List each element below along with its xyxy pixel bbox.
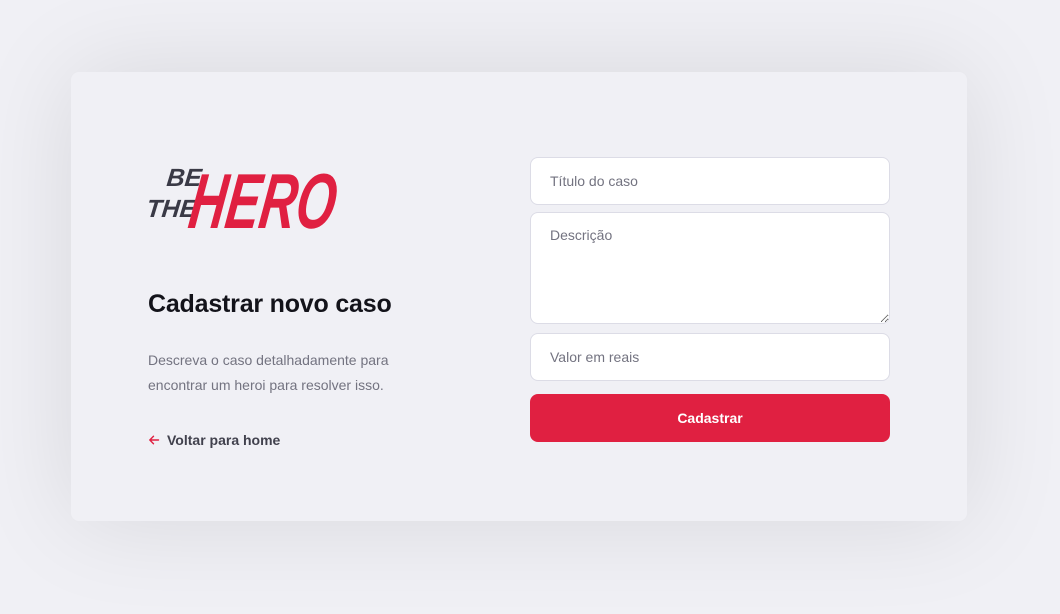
case-title-input[interactable] <box>530 157 890 205</box>
back-link-label: Voltar para home <box>167 432 281 448</box>
case-description-textarea[interactable] <box>530 212 890 324</box>
logo-hero: HERO <box>184 157 342 238</box>
page-title: Cadastrar novo caso <box>148 290 392 318</box>
register-card: BE THE HERO Cadastrar novo caso Descreva… <box>71 72 967 521</box>
page-description: Descreva o caso detalhadamente para enco… <box>148 352 389 393</box>
intro-section: BE THE HERO Cadastrar novo caso Descreva… <box>148 148 468 448</box>
case-value-input[interactable] <box>530 333 890 381</box>
register-button[interactable]: Cadastrar <box>530 394 890 442</box>
back-to-home-link[interactable]: Voltar para home <box>148 432 468 448</box>
be-the-hero-logo: BE THE HERO <box>148 157 343 238</box>
new-case-form: Cadastrar <box>530 157 890 442</box>
arrow-left-icon <box>149 435 160 445</box>
